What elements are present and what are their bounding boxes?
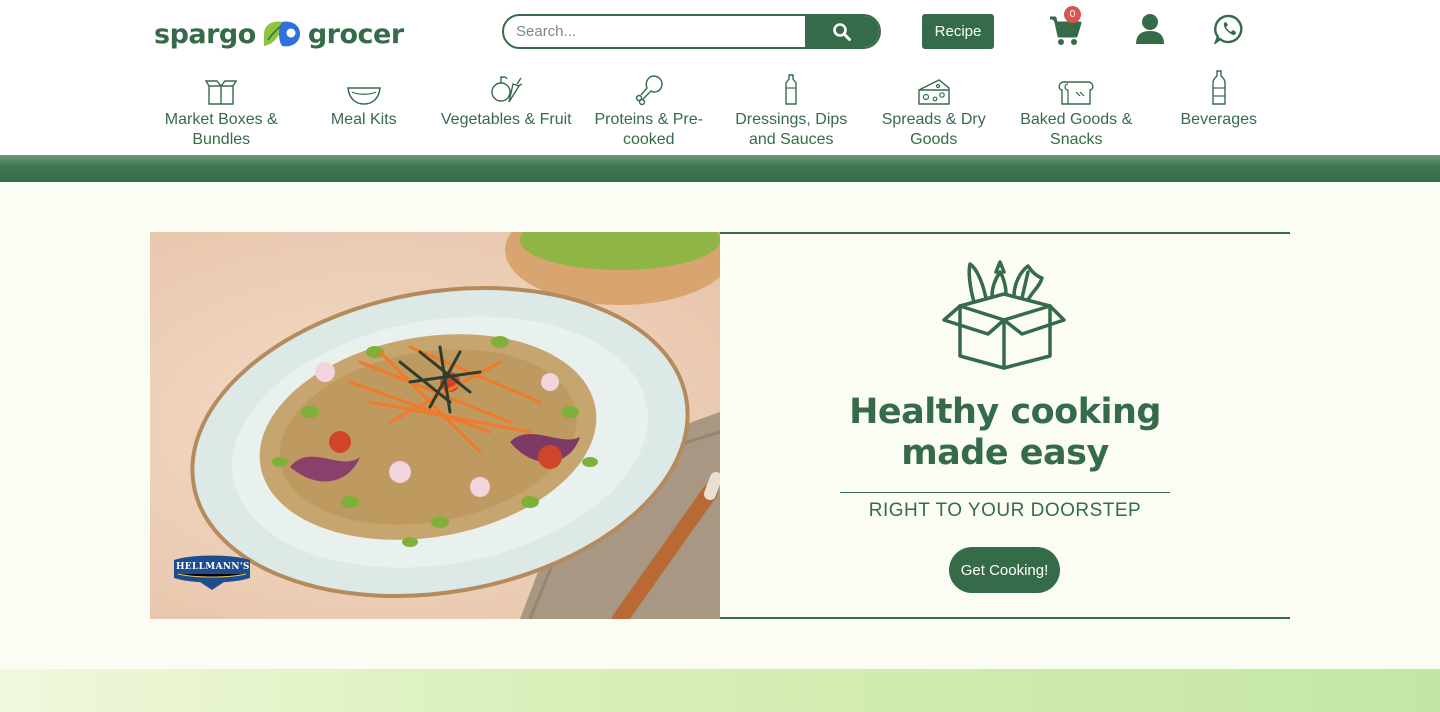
hero-banner: HELLMANN'S Healthy cooking made easy RIG… bbox=[150, 232, 1290, 619]
nav-label: Vegetables & Fruit bbox=[440, 111, 572, 128]
search-bar bbox=[502, 14, 881, 49]
logo-word-grocer: grocer bbox=[307, 18, 404, 50]
promo-band bbox=[0, 669, 1440, 712]
nav-label: Proteins & Pre-cooked bbox=[594, 111, 703, 148]
cart-count-badge: 0 bbox=[1064, 6, 1081, 23]
site-logo[interactable]: spargo grocer bbox=[154, 14, 404, 54]
nav-item-spreads[interactable]: Spreads & Dry Goods bbox=[863, 70, 1006, 150]
hellmanns-badge-text: HELLMANN'S bbox=[176, 562, 250, 572]
bowl-icon bbox=[346, 87, 381, 105]
nav-label: Baked Goods & Snacks bbox=[1020, 111, 1133, 148]
drumstick-icon bbox=[635, 75, 663, 106]
cart-button[interactable]: 0 bbox=[1049, 6, 1083, 48]
whatsapp-button[interactable] bbox=[1213, 14, 1244, 46]
bread-icon bbox=[1058, 81, 1094, 105]
site-header: spargo grocer Recipe 0 bbox=[0, 0, 1440, 155]
market-box-icon bbox=[205, 80, 238, 105]
whatsapp-icon bbox=[1213, 14, 1243, 46]
vegetables-icon bbox=[491, 76, 523, 103]
sauce-bottle-icon bbox=[785, 74, 797, 105]
hero-salad-image: HELLMANN'S bbox=[150, 232, 720, 619]
nav-item-meal-kits[interactable]: Meal Kits bbox=[293, 70, 436, 150]
user-icon bbox=[1136, 14, 1164, 44]
hero-title: Healthy cooking made easy bbox=[720, 392, 1290, 474]
nav-item-beverages[interactable]: Beverages bbox=[1148, 70, 1291, 150]
cheese-icon bbox=[918, 79, 950, 105]
grocery-box-icon bbox=[942, 260, 1066, 370]
hellmanns-logo bbox=[174, 555, 250, 590]
hero-subtitle: RIGHT TO YOUR DOORSTEP bbox=[868, 500, 1142, 521]
hero-title-line2: made easy bbox=[901, 433, 1109, 473]
recipe-button[interactable]: Recipe bbox=[922, 14, 994, 49]
hero-title-line1: Healthy cooking bbox=[849, 392, 1161, 432]
hero-text-panel: Healthy cooking made easy RIGHT TO YOUR … bbox=[720, 232, 1290, 619]
nav-label: Dressings, Dips and Sauces bbox=[735, 111, 848, 148]
nav-item-vegetables-fruit[interactable]: Vegetables & Fruit bbox=[435, 70, 578, 150]
bottle-icon bbox=[1212, 70, 1226, 105]
header-divider-bar bbox=[0, 155, 1440, 182]
nav-item-baked-goods[interactable]: Baked Goods & Snacks bbox=[1005, 70, 1148, 150]
logo-leaf-pin-icon bbox=[263, 21, 300, 47]
nav-item-market-boxes[interactable]: Market Boxes & Bundles bbox=[150, 70, 293, 150]
nav-label: Spreads & Dry Goods bbox=[881, 111, 986, 148]
search-icon bbox=[833, 22, 851, 41]
nav-label: Meal Kits bbox=[330, 111, 397, 128]
logo-word-spargo: spargo bbox=[154, 18, 256, 50]
nav-label: Beverages bbox=[1180, 111, 1258, 128]
hero-divider bbox=[840, 492, 1170, 493]
nav-label: Market Boxes & Bundles bbox=[164, 111, 278, 148]
search-input[interactable] bbox=[504, 16, 805, 47]
category-nav: Market Boxes & Bundles Meal Kits Vegetab… bbox=[150, 70, 1290, 150]
nav-item-proteins[interactable]: Proteins & Pre-cooked bbox=[578, 70, 721, 150]
get-cooking-button[interactable]: Get Cooking! bbox=[949, 547, 1060, 593]
search-button[interactable] bbox=[805, 16, 879, 47]
nav-item-dressings[interactable]: Dressings, Dips and Sauces bbox=[720, 70, 863, 150]
account-button[interactable] bbox=[1135, 13, 1165, 45]
